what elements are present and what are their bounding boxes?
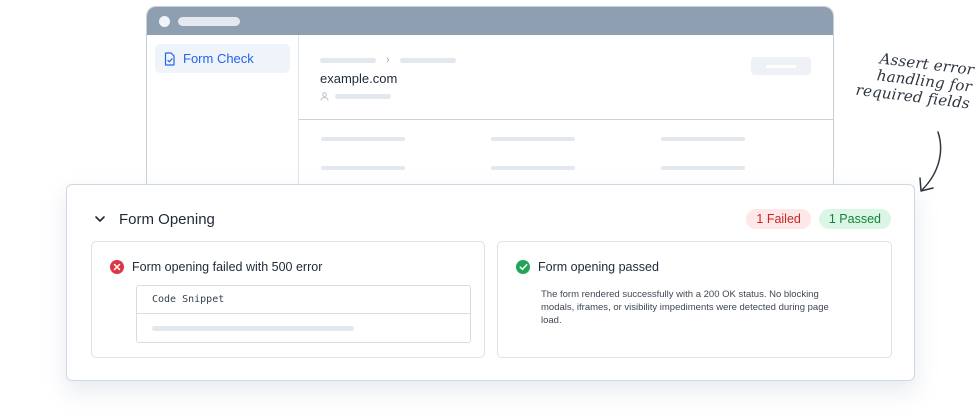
sidebar-item-form-check[interactable]: Form Check xyxy=(155,44,290,73)
page-header: › example.com xyxy=(299,35,833,120)
placeholder-row xyxy=(321,166,833,170)
breadcrumb-separator: › xyxy=(386,54,390,66)
code-placeholder-line xyxy=(152,326,354,331)
breadcrumb-placeholder xyxy=(320,57,376,63)
placeholder-row xyxy=(321,137,833,141)
address-placeholder xyxy=(178,16,240,26)
result-badges: 1 Failed 1 Passed xyxy=(746,209,891,229)
user-placeholder xyxy=(335,94,391,99)
form-opening-panel: Form Opening 1 Failed 1 Passed Form open… xyxy=(66,184,915,381)
user-line xyxy=(320,92,833,101)
error-x-icon xyxy=(110,260,124,274)
panel-header[interactable]: Form Opening 1 Failed 1 Passed xyxy=(93,208,891,230)
header-action-button[interactable] xyxy=(751,57,811,75)
panel-title: Form Opening xyxy=(119,210,215,228)
sidebar-item-label: Form Check xyxy=(183,51,254,66)
file-check-icon xyxy=(164,51,175,66)
code-snippet[interactable]: Code Snippet xyxy=(136,285,471,343)
placeholder-rows xyxy=(299,120,833,170)
annotation-arrow-icon xyxy=(919,131,942,192)
chevron-down-icon[interactable] xyxy=(93,212,107,226)
failed-count-badge[interactable]: 1 Failed xyxy=(746,209,811,229)
passed-result-description: The form rendered successfully with a 20… xyxy=(541,289,829,326)
user-icon xyxy=(320,92,329,101)
passed-count-badge[interactable]: 1 Passed xyxy=(818,209,891,229)
check-circle-icon xyxy=(516,260,530,274)
failed-result-card: Form opening failed with 500 error Code … xyxy=(91,241,485,358)
passed-result-title: Form opening passed xyxy=(516,260,659,274)
window-dot xyxy=(159,15,170,27)
failed-result-label: Form opening failed with 500 error xyxy=(132,260,323,274)
breadcrumb-placeholder xyxy=(399,57,456,63)
passed-result-label: Form opening passed xyxy=(538,260,659,274)
code-snippet-label: Code Snippet xyxy=(137,286,470,314)
handwritten-annotation: Assert error handling for required field… xyxy=(845,47,975,112)
browser-title-bar xyxy=(147,7,833,35)
passed-result-card: Form opening passed The form rendered su… xyxy=(497,241,892,358)
failed-result-title: Form opening failed with 500 error xyxy=(110,260,322,274)
